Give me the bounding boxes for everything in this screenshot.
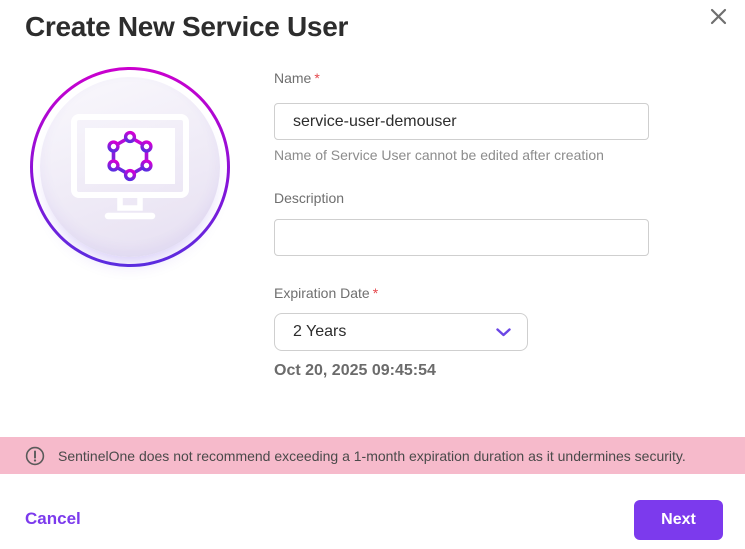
cancel-button[interactable]: Cancel bbox=[25, 509, 81, 529]
warning-message: SentinelOne does not recommend exceeding… bbox=[58, 448, 686, 464]
warning-banner: SentinelOne does not recommend exceeding… bbox=[0, 437, 745, 474]
chevron-down-icon bbox=[496, 328, 511, 337]
monitor-network-hexagon-icon bbox=[69, 113, 191, 221]
close-button[interactable] bbox=[703, 1, 733, 31]
name-input[interactable] bbox=[274, 103, 649, 140]
expiration-date-preview: Oct 20, 2025 09:45:54 bbox=[274, 362, 649, 380]
required-marker: * bbox=[373, 285, 378, 301]
service-user-illustration bbox=[30, 67, 230, 267]
create-service-user-modal: Create New Service User bbox=[0, 0, 745, 549]
gradient-ring bbox=[30, 67, 230, 267]
service-user-form: Name* Name of Service User cannot be edi… bbox=[274, 70, 649, 380]
exclamation-circle-icon bbox=[25, 446, 45, 466]
name-label: Name* bbox=[274, 70, 649, 86]
description-label: Description bbox=[274, 190, 649, 206]
description-input[interactable] bbox=[274, 219, 649, 256]
name-helper-text: Name of Service User cannot be edited af… bbox=[274, 147, 649, 164]
next-button[interactable]: Next bbox=[634, 500, 723, 540]
expiration-date-label: Expiration Date* bbox=[274, 285, 649, 301]
expiration-selected-value: 2 Years bbox=[293, 323, 346, 341]
close-icon bbox=[710, 8, 727, 25]
page-title: Create New Service User bbox=[25, 11, 348, 43]
expiration-select[interactable]: 2 Years bbox=[274, 313, 528, 351]
required-marker: * bbox=[314, 70, 319, 86]
